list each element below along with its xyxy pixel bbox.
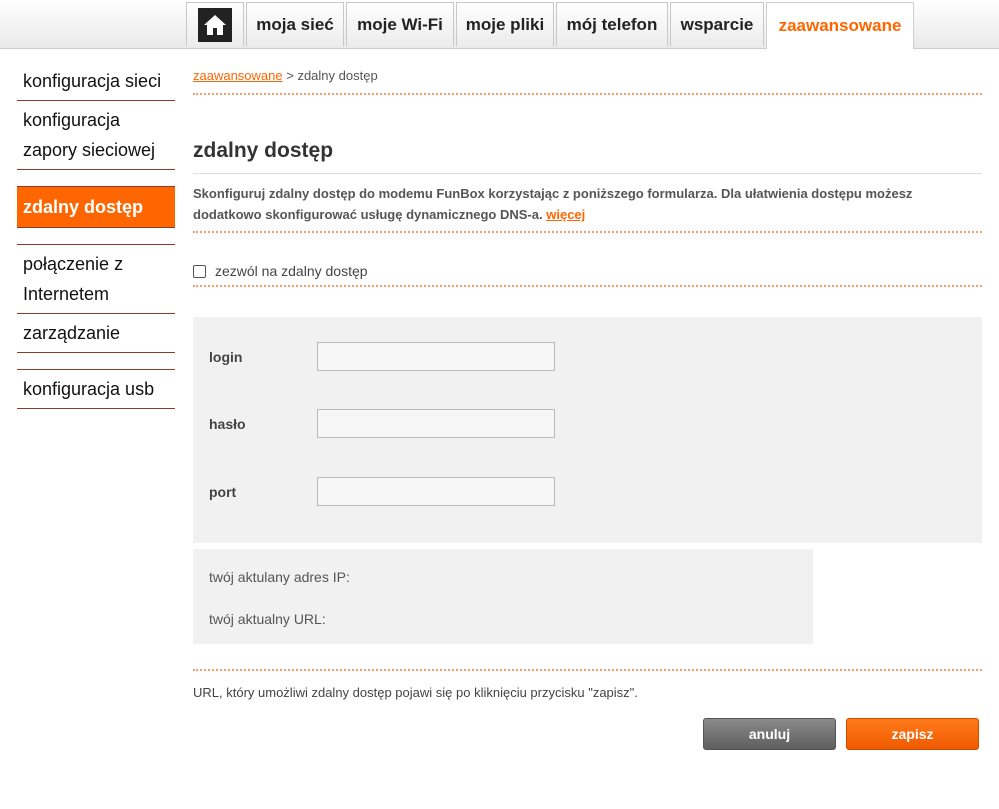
sidebar-divider bbox=[17, 353, 175, 370]
main-tabs: moja sieć moje Wi-Fi moje pliki mój tele… bbox=[186, 2, 916, 49]
breadcrumb-separator: > bbox=[282, 68, 298, 83]
page-title: zdalny dostęp bbox=[193, 139, 982, 174]
sidebar-item-konfiguracja-usb[interactable]: konfiguracja usb bbox=[17, 370, 175, 409]
more-link[interactable]: więcej bbox=[546, 207, 585, 222]
cancel-button[interactable]: anuluj bbox=[703, 718, 836, 750]
tab-moje-pliki[interactable]: moje pliki bbox=[456, 2, 554, 46]
current-ip-label: twój aktulany adres IP: bbox=[209, 569, 350, 585]
login-input[interactable] bbox=[317, 342, 555, 371]
breadcrumb-link-zaawansowane[interactable]: zaawansowane bbox=[193, 68, 283, 83]
tab-home[interactable] bbox=[186, 2, 244, 46]
tab-zaawansowane[interactable]: zaawansowane bbox=[766, 2, 914, 49]
sidebar-divider bbox=[17, 170, 175, 187]
save-button[interactable]: zapisz bbox=[846, 718, 979, 750]
login-row: login bbox=[209, 342, 555, 371]
sidebar-item-konfiguracja-sieci[interactable]: konfiguracja sieci bbox=[17, 62, 175, 101]
remote-access-toggle-row: zezwól na zdalny dostęp bbox=[193, 233, 982, 287]
breadcrumb-current: zdalny dostęp bbox=[297, 68, 378, 83]
url-note: URL, który umożliwi zdalny dostęp pojawi… bbox=[193, 685, 638, 700]
current-address-info: twój aktulany adres IP: twój aktualny UR… bbox=[193, 549, 813, 644]
sidebar: konfiguracja sieci konfiguracja zapory s… bbox=[17, 62, 175, 409]
password-row: hasło bbox=[209, 409, 555, 438]
port-row: port bbox=[209, 477, 555, 506]
remote-access-checkbox[interactable] bbox=[193, 264, 206, 278]
sidebar-item-polaczenie-z-internetem[interactable]: połączenie z Internetem bbox=[17, 245, 175, 314]
tab-moja-siec[interactable]: moja sieć bbox=[246, 2, 344, 46]
login-label: login bbox=[209, 348, 243, 365]
home-icon bbox=[198, 7, 232, 42]
remote-access-checkbox-label: zezwól na zdalny dostęp bbox=[215, 263, 368, 279]
tab-wsparcie[interactable]: wsparcie bbox=[670, 2, 764, 46]
password-label: hasło bbox=[209, 415, 246, 432]
page-description: Skonfiguruj zdalny dostęp do modemu FunB… bbox=[193, 174, 982, 233]
sidebar-item-konfiguracja-zapory[interactable]: konfiguracja zapory sieciowej bbox=[17, 101, 175, 170]
current-url-label: twój aktualny URL: bbox=[209, 611, 326, 627]
credentials-form: login hasło port bbox=[193, 317, 982, 543]
sidebar-divider bbox=[17, 228, 175, 245]
tab-moje-wifi[interactable]: moje Wi-Fi bbox=[346, 2, 454, 46]
port-label: port bbox=[209, 483, 237, 500]
sidebar-item-zdalny-dostep[interactable]: zdalny dostęp bbox=[17, 187, 175, 228]
top-nav-bar: moja sieć moje Wi-Fi moje pliki mój tele… bbox=[0, 0, 999, 49]
main-content: zaawansowane > zdalny dostęp zdalny dost… bbox=[193, 62, 982, 700]
tab-moj-telefon[interactable]: mój telefon bbox=[556, 2, 668, 46]
breadcrumb: zaawansowane > zdalny dostęp bbox=[193, 62, 982, 95]
port-input[interactable] bbox=[317, 477, 555, 506]
sidebar-item-zarzadzanie[interactable]: zarządzanie bbox=[17, 314, 175, 353]
password-input[interactable] bbox=[317, 409, 555, 438]
